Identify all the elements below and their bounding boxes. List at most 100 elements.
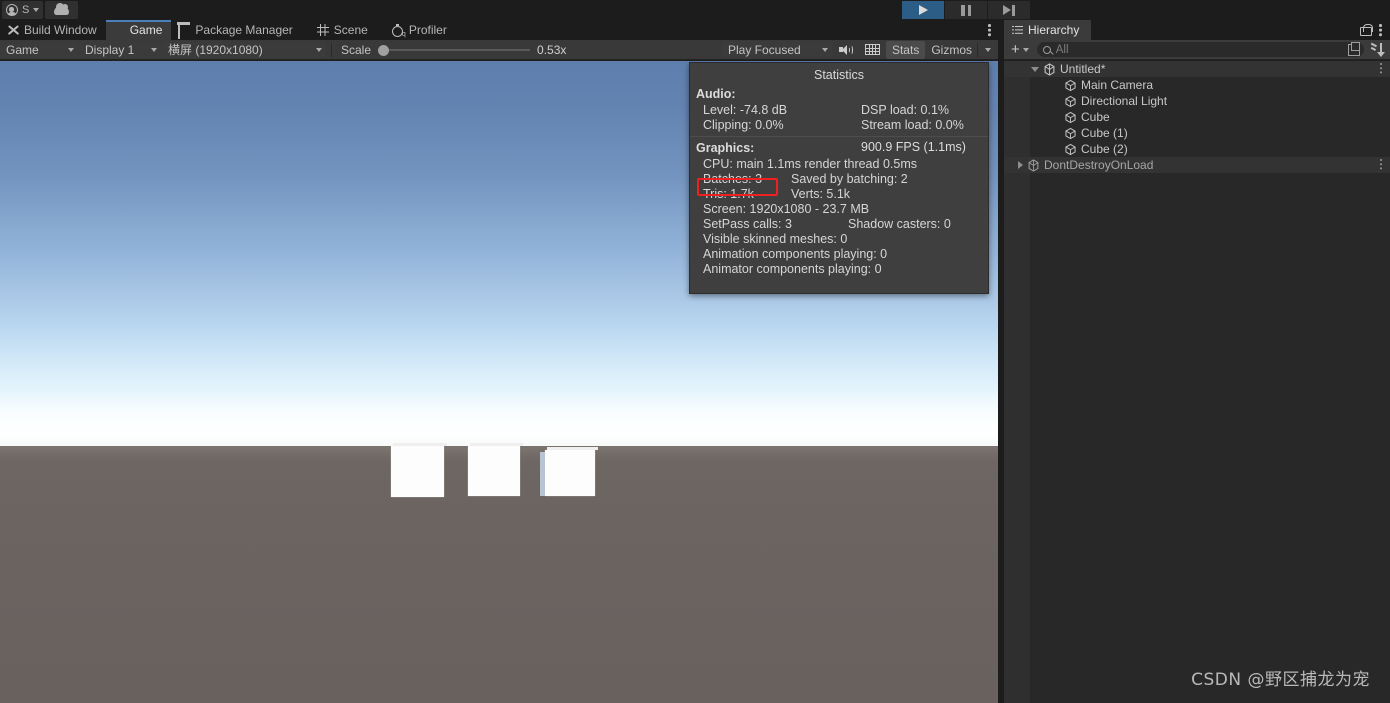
playback-controls — [902, 1, 1031, 19]
chevron-down-icon[interactable] — [1031, 66, 1039, 72]
search-popout-icon[interactable] — [1348, 42, 1360, 56]
tab-hierarchy[interactable]: Hierarchy — [1004, 20, 1092, 40]
hierarchy-item-label: Main Camera — [1081, 78, 1154, 92]
kebab-menu-icon[interactable] — [1379, 23, 1383, 37]
aspect-ratio-dropdown[interactable]: 横屏 (1920x1080) — [162, 40, 326, 59]
row-menu-icon[interactable] — [1380, 158, 1384, 171]
mute-audio-button[interactable] — [833, 41, 859, 59]
grid-icon — [864, 44, 880, 55]
add-gameobject-button[interactable]: + — [1007, 42, 1033, 57]
search-input[interactable]: All — [1036, 42, 1364, 57]
chevron-down-icon — [33, 8, 40, 12]
tab-game[interactable]: Game — [105, 20, 172, 40]
chevron-down-icon — [151, 47, 157, 52]
hierarchy-tree[interactable]: Untitled* Main Camera Directional Light … — [1004, 61, 1390, 703]
game-view-toolbar: Game Display 1 横屏 (1920x1080) Scale 0.53… — [0, 40, 998, 60]
stat-left: CPU: main 1.1ms render thread 0.5ms — [703, 157, 917, 171]
stat-row: SetPass calls: 3 Shadow casters: 0 — [690, 217, 988, 232]
scale-slider[interactable] — [378, 43, 531, 57]
pause-button[interactable] — [945, 1, 987, 19]
gizmos-button-label: Gizmos — [931, 42, 972, 57]
stat-left: Level: -74.8 dB — [703, 103, 788, 117]
hierarchy-scene-row-dontdestroyonload[interactable]: DontDestroyOnLoad — [1004, 157, 1390, 173]
tab-label: Game — [129, 23, 163, 37]
hierarchy-item-directional-light[interactable]: Directional Light — [1004, 93, 1390, 109]
hierarchy-item-cube-2[interactable]: Cube (2) — [1004, 141, 1390, 157]
gizmos-dropdown[interactable] — [981, 41, 995, 59]
stats-button-label: Stats — [891, 42, 920, 57]
hierarchy-item-cube-1[interactable]: Cube (1) — [1004, 125, 1390, 141]
tab-scene[interactable]: Scene — [310, 20, 377, 40]
tab-label: Profiler — [408, 23, 447, 37]
tab-build-window[interactable]: Build Window — [0, 20, 106, 40]
stat-left: Clipping: 0.0% — [703, 118, 784, 132]
stat-right: Saved by batching: 2 — [791, 172, 908, 186]
dropdown-value: Game — [6, 42, 39, 57]
tab-label: Hierarchy — [1028, 23, 1080, 37]
chevron-down-icon — [985, 47, 991, 52]
hierarchy-item-label: Directional Light — [1081, 94, 1168, 108]
stat-right: DSP load: 0.1% — [861, 103, 950, 117]
lock-icon[interactable] — [1360, 24, 1373, 36]
play-button[interactable] — [902, 1, 944, 19]
hierarchy-item-label: Cube — [1081, 110, 1110, 124]
cube-object — [540, 447, 598, 496]
app-toolbar-left: S — [0, 0, 79, 20]
stat-right: Stream load: 0.0% — [861, 118, 964, 132]
unity-scene-icon — [1027, 158, 1040, 172]
chevron-down-icon — [1022, 47, 1029, 52]
statistics-panel: Statistics Audio: Level: -74.8 dB DSP lo… — [689, 62, 989, 294]
hierarchy-item-cube[interactable]: Cube — [1004, 109, 1390, 125]
step-button[interactable] — [988, 1, 1030, 19]
game-window-menu-icon[interactable] — [988, 23, 992, 37]
stat-row: Clipping: 0.0% Stream load: 0.0% — [690, 118, 988, 133]
plus-icon: + — [1011, 41, 1020, 58]
hierarchy-tab-bar: Hierarchy — [1004, 20, 1390, 40]
chevron-down-icon — [316, 47, 322, 52]
hierarchy-scene-row-untitled[interactable]: Untitled* — [1004, 61, 1390, 77]
fps-readout: 900.9 FPS (1.1ms) — [861, 140, 966, 154]
cube-object — [468, 443, 523, 496]
dropdown-value: 横屏 (1920x1080) — [168, 43, 263, 57]
stat-right: Shadow casters: 0 — [848, 217, 951, 231]
account-button[interactable]: S — [2, 1, 44, 19]
audio-section-heading: Audio: — [696, 87, 736, 101]
gameobject-cube-icon — [1064, 127, 1077, 140]
tab-package-manager[interactable]: Package Manager — [171, 20, 301, 40]
stat-left: Tris: 1.7k — [703, 187, 754, 201]
gizmos-button[interactable]: Gizmos — [925, 41, 974, 59]
watermark: CSDN @野区捕龙为宠 — [1191, 670, 1370, 690]
hierarchy-list-icon — [1012, 25, 1023, 35]
profiler-stopwatch-icon: q — [392, 23, 406, 38]
stat-row-batches: Batches: 3 Saved by batching: 2 — [690, 172, 988, 187]
scale-label: Scale — [341, 42, 372, 57]
cloud-button[interactable] — [45, 1, 79, 19]
game-target-dropdown[interactable]: Game — [0, 40, 78, 59]
stat-row: Screen: 1920x1080 - 23.7 MB — [690, 202, 988, 217]
pause-icon — [961, 4, 971, 16]
app-toolbar: S — [0, 0, 1390, 20]
stat-left: Visible skinned meshes: 0 — [703, 232, 848, 246]
stat-row: Animation components playing: 0 — [690, 247, 988, 262]
scale-value: 0.53x — [537, 42, 567, 57]
toolbar-divider — [331, 42, 332, 57]
chevron-down-icon — [68, 47, 74, 52]
grid-overlay-button[interactable] — [859, 41, 886, 59]
stats-button[interactable]: Stats — [885, 40, 926, 59]
display-dropdown[interactable]: Display 1 — [79, 40, 161, 59]
sort-icon[interactable] — [1370, 42, 1387, 57]
hierarchy-item-label: Untitled* — [1060, 62, 1106, 76]
hierarchy-item-main-camera[interactable]: Main Camera — [1004, 77, 1390, 93]
hierarchy-item-label: DontDestroyOnLoad — [1044, 158, 1154, 172]
dropdown-value: Display 1 — [85, 42, 135, 57]
stat-left: Animator components playing: 0 — [703, 262, 882, 276]
row-menu-icon[interactable] — [1380, 62, 1384, 75]
stat-row: Visible skinned meshes: 0 — [690, 232, 988, 247]
gameobject-cube-icon — [1064, 143, 1077, 156]
play-mode-dropdown[interactable]: Play Focused — [721, 40, 832, 59]
slider-knob[interactable] — [378, 44, 390, 56]
stat-row: Tris: 1.7k Verts: 5.1k — [690, 187, 988, 202]
search-placeholder: All — [1055, 43, 1069, 56]
chevron-right-icon[interactable] — [1018, 161, 1023, 169]
tab-profiler[interactable]: q Profiler — [385, 20, 456, 40]
